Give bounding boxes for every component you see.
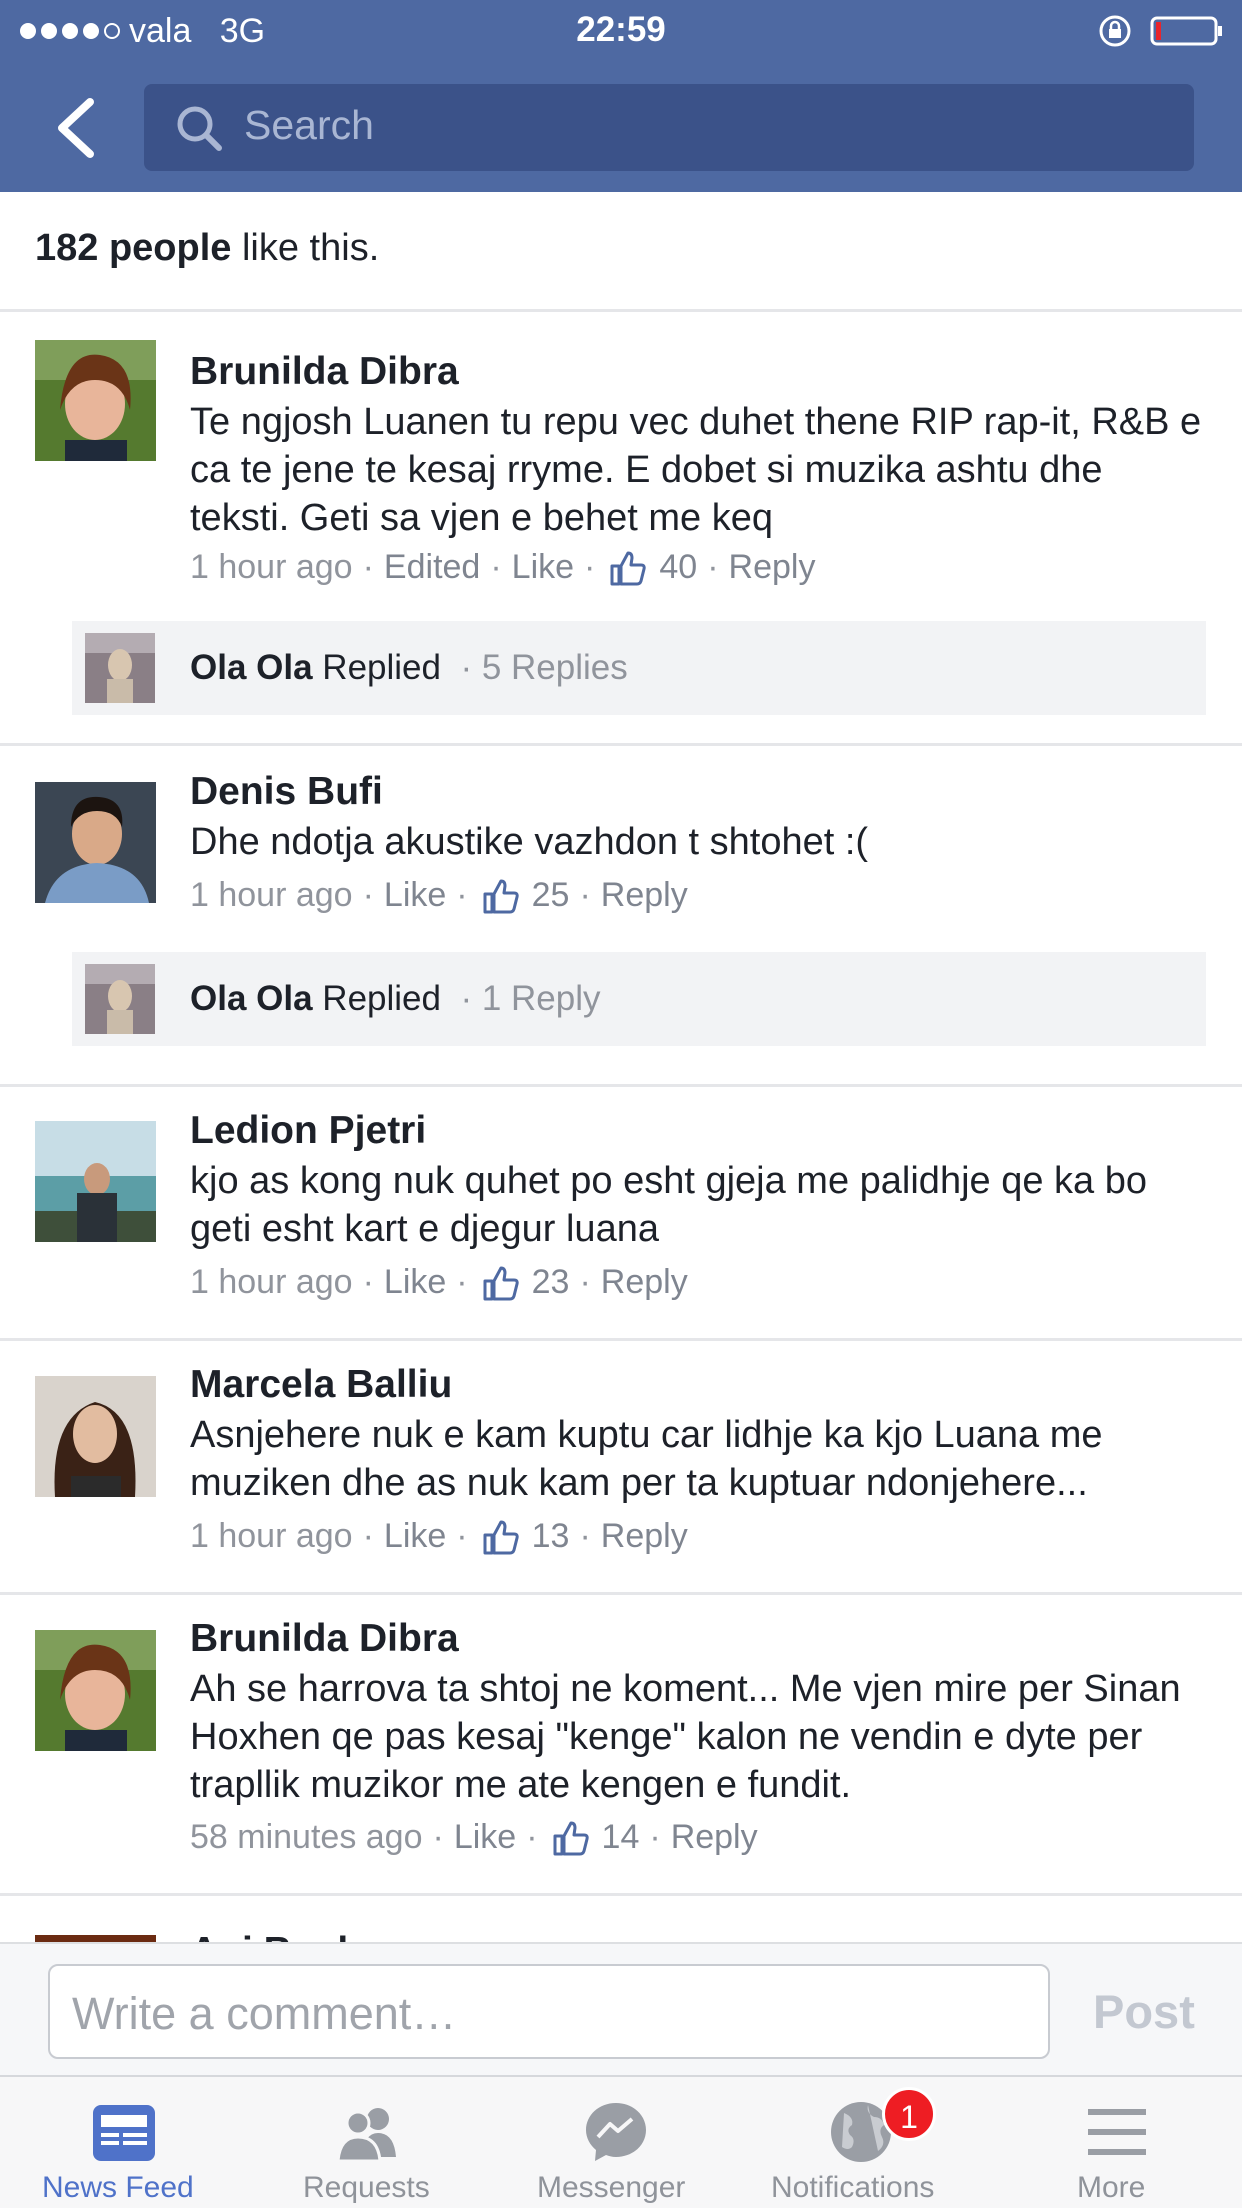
comment-time: 1 hour ago <box>190 1517 353 1555</box>
like-count[interactable]: 13 <box>532 1517 570 1556</box>
divider <box>0 1084 1242 1087</box>
comment-input[interactable]: Write a comment… <box>48 1964 1050 2059</box>
comment-author[interactable]: Agi Bosha <box>190 1930 383 1942</box>
thumbs-up-icon <box>553 1821 589 1855</box>
thumbs-up-icon <box>483 879 519 913</box>
comment-meta: 1 hour ago · Like · 13 · Reply <box>190 1517 688 1556</box>
comment-author[interactable]: Ledion Pjetri <box>190 1109 426 1153</box>
like-button[interactable]: Like <box>384 1263 446 1302</box>
comment-time: 1 hour ago <box>190 876 353 914</box>
status-bar: vala 3G 22:59 <box>0 0 1242 62</box>
reply-summary: Ola Ola Replied · 5 Replies <box>190 648 628 687</box>
view-replies-row[interactable]: Ola Ola Replied · 1 Reply <box>72 952 1206 1046</box>
divider <box>0 1338 1242 1341</box>
comment-author[interactable]: Brunilda Dibra <box>190 350 459 394</box>
like-button[interactable]: Like <box>384 876 446 915</box>
tab-bar: News Feed Requests Messenger 1 Notificat… <box>0 2075 1242 2208</box>
like-button[interactable]: Like <box>512 548 574 587</box>
reply-avatar <box>85 964 155 1034</box>
avatar[interactable] <box>35 1121 156 1242</box>
like-button[interactable]: Like <box>454 1818 516 1857</box>
avatar[interactable] <box>35 1630 156 1751</box>
likes-summary[interactable]: 182 people like this. <box>35 227 379 270</box>
like-count[interactable]: 25 <box>532 876 570 915</box>
tab-requests[interactable]: Requests <box>248 2077 496 2208</box>
battery-icon <box>1150 16 1222 46</box>
search-icon <box>177 106 222 151</box>
divider <box>0 309 1242 312</box>
friend-requests-icon <box>336 2108 396 2163</box>
comment-meta: 58 minutes ago · Like · 14 · Reply <box>190 1818 758 1857</box>
reply-button[interactable]: Reply <box>601 876 688 915</box>
comment-text: Ah se harrova ta shtoj ne koment... Me v… <box>190 1668 1181 1806</box>
thumbs-up-icon <box>483 1266 519 1300</box>
news-feed-icon <box>93 2105 155 2161</box>
reply-button[interactable]: Reply <box>729 548 816 587</box>
reply-button[interactable]: Reply <box>601 1263 688 1302</box>
tab-label: Notifications <box>771 2171 935 2204</box>
comments-list: 182 people like this. Brunilda Dibra Te … <box>0 192 1242 1942</box>
avatar[interactable] <box>35 1376 156 1497</box>
thumbs-up-icon <box>610 551 647 585</box>
comment-composer: Write a comment… Post <box>0 1942 1242 2075</box>
rotation-lock-icon <box>1099 15 1131 47</box>
notification-badge: 1 <box>882 2087 936 2141</box>
reply-avatar <box>85 633 155 703</box>
tab-more[interactable]: More <box>994 2077 1242 2208</box>
comment-time: 58 minutes ago <box>190 1818 423 1856</box>
comment-meta: 1 hour ago · Edited · Like · 40 · Reply <box>190 548 816 587</box>
tab-news-feed[interactable]: News Feed <box>0 2077 248 2208</box>
menu-icon <box>1088 2109 1146 2155</box>
tab-label: More <box>1077 2171 1146 2204</box>
navigation-bar: vala 3G 22:59 Search <box>0 0 1242 192</box>
back-chevron-icon[interactable] <box>52 96 102 160</box>
post-button[interactable]: Post <box>1093 1984 1195 2039</box>
like-count[interactable]: 23 <box>532 1263 570 1302</box>
comment-meta: 1 hour ago · Like · 23 · Reply <box>190 1263 688 1302</box>
comment-text: Te ngjosh Luanen tu repu vec duhet thene… <box>190 401 1202 539</box>
reply-summary: Ola Ola Replied · 1 Reply <box>190 979 601 1018</box>
like-count[interactable]: 14 <box>602 1818 640 1857</box>
tab-label: News Feed <box>42 2171 194 2204</box>
like-button[interactable]: Like <box>384 1517 446 1556</box>
comment-author[interactable]: Brunilda Dibra <box>190 1617 459 1661</box>
status-time: 22:59 <box>576 10 666 49</box>
thumbs-up-icon <box>483 1520 519 1554</box>
divider <box>0 1592 1242 1595</box>
search-placeholder: Search <box>244 102 374 148</box>
comment-text: Dhe ndotja akustike vazhdon t shtohet :( <box>190 821 869 863</box>
tab-notifications[interactable]: 1 Notifications <box>744 2077 994 2208</box>
view-replies-row[interactable]: Ola Ola Replied · 5 Replies <box>72 621 1206 715</box>
comment-meta: 1 hour ago · Like · 25 · Reply <box>190 876 688 915</box>
comment-time: 1 hour ago <box>190 548 353 586</box>
messenger-icon <box>586 2103 646 2161</box>
avatar[interactable] <box>35 340 156 461</box>
search-input[interactable]: Search <box>144 84 1194 171</box>
reply-button[interactable]: Reply <box>671 1818 758 1857</box>
comment-text: Asnjehere nuk e kam kuptu car lidhje ka … <box>190 1414 1103 1504</box>
edited-label[interactable]: Edited <box>384 548 480 587</box>
comment-text: kjo as kong nuk quhet po esht gjeja me p… <box>190 1160 1147 1250</box>
comment-author[interactable]: Marcela Balliu <box>190 1363 452 1407</box>
tab-label: Requests <box>303 2171 430 2204</box>
avatar[interactable] <box>35 782 156 903</box>
divider <box>0 1893 1242 1896</box>
avatar[interactable] <box>35 1935 156 1942</box>
reply-button[interactable]: Reply <box>601 1517 688 1556</box>
like-count[interactable]: 40 <box>659 548 697 587</box>
comment-author[interactable]: Denis Bufi <box>190 770 383 814</box>
tab-messenger[interactable]: Messenger <box>496 2077 744 2208</box>
tab-label: Messenger <box>537 2171 686 2204</box>
comment-time: 1 hour ago <box>190 1263 353 1301</box>
divider <box>0 743 1242 746</box>
